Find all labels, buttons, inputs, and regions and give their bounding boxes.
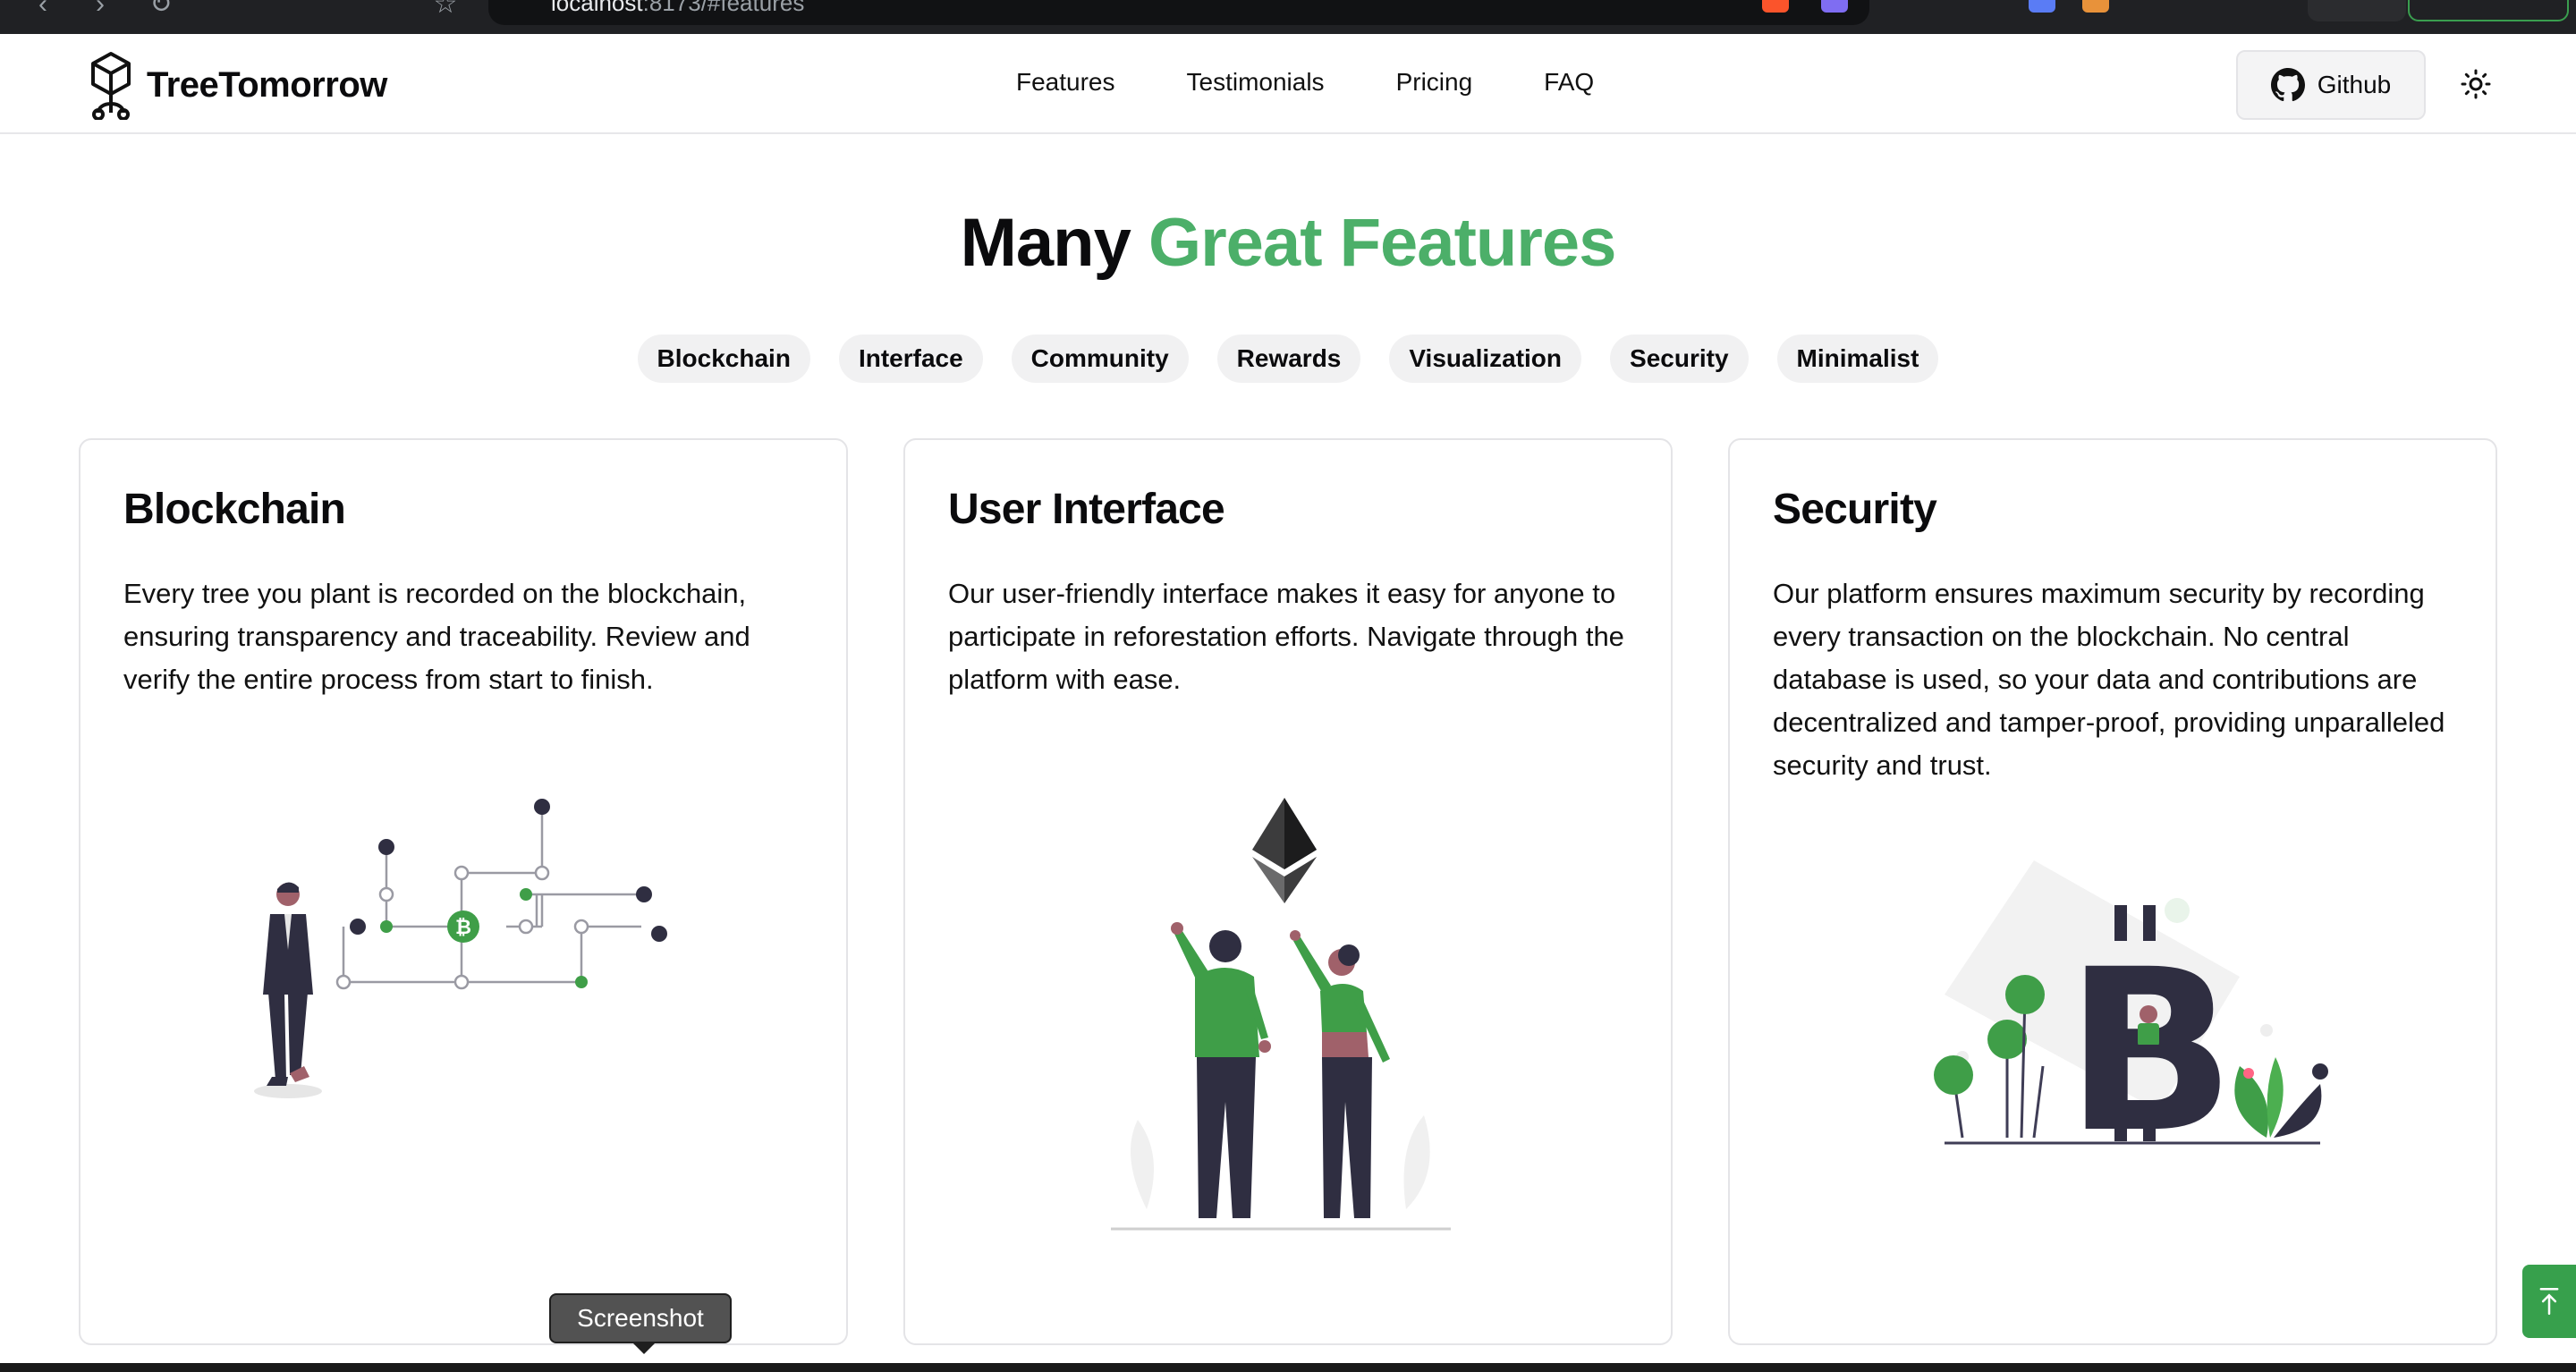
- nav-testimonials[interactable]: Testimonials: [1187, 68, 1325, 97]
- tag-rewards[interactable]: Rewards: [1216, 335, 1361, 383]
- main-nav: Features Testimonials Pricing FAQ: [1016, 68, 1594, 97]
- bookmark-icon[interactable]: ☆: [428, 0, 463, 18]
- site-header: TreeTomorrow Features Testimonials Prici…: [0, 34, 2576, 134]
- github-label: Github: [2317, 71, 2392, 98]
- nav-faq[interactable]: FAQ: [1544, 68, 1594, 97]
- card-title: User Interface: [948, 486, 1225, 533]
- extension-icon[interactable]: [2029, 0, 2055, 13]
- github-button[interactable]: Github: [2236, 50, 2426, 120]
- nav-features[interactable]: Features: [1016, 68, 1115, 97]
- features-heading: Many Great Features: [0, 204, 2576, 282]
- headline-accent: Great Features: [1148, 205, 1616, 281]
- headline-prefix: Many: [960, 205, 1131, 281]
- blockchain-illustration: ₿: [254, 799, 667, 1098]
- brand-name: TreeTomorrow: [147, 64, 387, 105]
- tag-interface[interactable]: Interface: [838, 335, 983, 383]
- vpn-button[interactable]: [2308, 0, 2406, 21]
- feature-card-security: Security Our platform ensures maximum se…: [1728, 438, 2497, 1345]
- user-interface-illustration: [1111, 798, 1451, 1231]
- forward-icon[interactable]: ›: [82, 0, 118, 18]
- brave-rewards-icon[interactable]: [1821, 0, 1848, 13]
- card-title: Security: [1773, 486, 1937, 533]
- brave-shield-icon[interactable]: [1762, 0, 1789, 13]
- theme-toggle[interactable]: [2458, 66, 2494, 102]
- brand-logo[interactable]: TreeTomorrow: [88, 50, 387, 120]
- screenshot-tooltip: Screenshot: [549, 1293, 732, 1354]
- tag-minimalist[interactable]: Minimalist: [1776, 335, 1939, 383]
- github-icon: [2270, 68, 2305, 102]
- svg-text:₿: ₿: [455, 917, 471, 939]
- browser-toolbar: ‹ › ↻ ☆ localhost:8173/#features: [0, 0, 2576, 34]
- update-button[interactable]: [2408, 0, 2569, 21]
- feature-card-blockchain: Blockchain Every tree you plant is recor…: [79, 438, 848, 1345]
- url-text: localhost:8173/#features: [551, 0, 805, 16]
- nav-pricing[interactable]: Pricing: [1396, 68, 1473, 97]
- tree-cube-icon: [91, 52, 131, 120]
- scroll-to-top-button[interactable]: [2522, 1265, 2576, 1338]
- feature-card-user-interface: User Interface Our user-friendly interfa…: [903, 438, 1673, 1345]
- tag-blockchain[interactable]: Blockchain: [637, 335, 810, 383]
- card-text: Every tree you plant is recorded on the …: [123, 578, 750, 695]
- security-illustration: B: [1934, 860, 2328, 1156]
- card-text: Our platform ensures maximum security by…: [1773, 578, 2445, 781]
- window-edge: [0, 1363, 2576, 1372]
- extension-icon[interactable]: [2082, 0, 2109, 13]
- arrow-up-icon: [2539, 1288, 2559, 1315]
- back-icon[interactable]: ‹: [25, 0, 61, 18]
- sun-icon: [2461, 69, 2491, 99]
- feature-tags: Blockchain Interface Community Rewards V…: [0, 335, 2576, 383]
- reload-icon[interactable]: ↻: [143, 0, 179, 18]
- address-bar[interactable]: localhost:8173/#features: [488, 0, 1869, 25]
- tag-visualization[interactable]: Visualization: [1389, 335, 1582, 383]
- card-title: Blockchain: [123, 486, 346, 533]
- tag-security[interactable]: Security: [1610, 335, 1749, 383]
- card-text: Our user-friendly interface makes it eas…: [948, 578, 1624, 695]
- tag-community[interactable]: Community: [1011, 335, 1189, 383]
